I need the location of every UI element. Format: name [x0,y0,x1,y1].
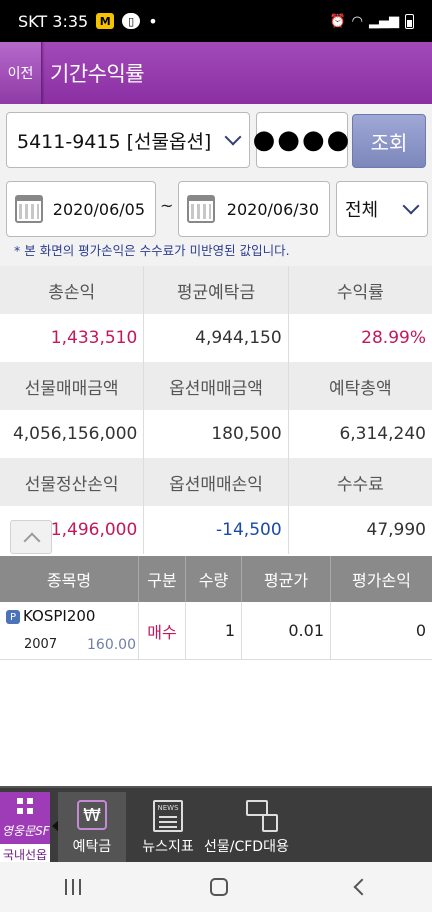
summary-table: 총손익 평균예탁금 수익률 1,433,510 4,944,150 28.99%… [0,266,432,554]
side-cell: 매수 [139,602,186,659]
app-menu-button[interactable]: 영웅문SF 국내선옵 [0,792,50,865]
value-options-trade-pnl: -14,500 [144,506,289,554]
status-bar: SKT 3:35 M ▯ • ⏰ ◠ ▂▄▆ [0,0,432,42]
app-notification-icon: ▯ [122,13,141,29]
notification-dot: • [148,11,158,31]
chevron-down-icon [224,128,242,146]
label-futures-settlement-pnl: 선물정산손익 [0,458,145,506]
calendar-icon [187,195,215,223]
period-row: 2020/06/05 ~ 2020/06/30 전체 * 본 화면의 평가손익은… [0,174,432,266]
qty-cell: 1 [186,602,242,659]
account-value: 5411-9415 [선물옵션] [17,130,212,153]
product-cell: P KOSPI200 2007 160.00 [0,602,139,659]
wifi-icon: ◠ [351,13,363,29]
bottom-toolbar: 영웅문SF 국내선옵 ₩ 예탁금 NEWS 뉴스지표 선물/CFD대용 [0,786,432,865]
end-date-value: 2020/06/30 [226,199,319,219]
label-futures-trade-amount: 선물매매금액 [0,362,145,410]
summary-value-row: 4,056,156,000 180,500 6,314,240 [0,410,432,458]
m-badge-icon: M [96,13,115,29]
value-total-deposit: 6,314,240 [339,424,426,444]
fee-note: * 본 화면의 평가손익은 수수료가 미반영된 값입니다. [14,243,290,258]
system-nav-bar [0,862,432,912]
label-avg-deposit: 평균예탁금 [144,266,289,314]
news-icon: NEWS [153,800,183,832]
collapse-button[interactable] [10,520,52,554]
tab-label: 뉴스지표 [142,839,194,855]
label-total-deposit: 예탁총액 [329,378,392,399]
label-options-trade-pnl: 옵션매매손익 [144,458,289,506]
carrier-time: SKT 3:35 [18,11,89,31]
signal-icon: ▂▄▆ [369,13,399,29]
won-icon: ₩ [77,800,107,830]
type-filter-select[interactable]: 전체 [336,181,428,237]
query-button[interactable]: 조회 [352,114,426,168]
product-price: 160.00 [87,637,136,653]
value-return-rate: 28.99% [361,328,426,348]
type-filter-value: 전체 [345,200,379,221]
summary-header-row: 선물매매금액 옵션매매금액 예탁총액 [0,362,432,410]
title-bar: 이전 기간수익률 [0,42,432,104]
label-fee: 수수료 [336,474,384,495]
account-select[interactable]: 5411-9415 [선물옵션] [6,112,250,168]
tab-label: 예탁금 [72,839,112,855]
table-row[interactable]: P KOSPI200 2007 160.00 매수 1 0.01 0 [0,602,432,660]
product-name: KOSPI200 [23,607,96,625]
password-field[interactable]: ●●●● [253,112,349,168]
menu-brand: 영웅문SF [2,824,50,838]
product-code: 2007 [24,637,58,652]
pnl-cell: 0 [415,621,426,640]
summary-header-row: 선물정산손익 옵션매매손익 수수료 [0,458,432,506]
summary-value-row: 1,433,510 4,944,150 28.99% [0,314,432,362]
page-title: 기간수익률 [50,62,145,86]
col-avg-price: 평균가 [242,556,331,602]
start-date-value: 2020/06/05 [52,199,145,219]
date-separator: ~ [160,196,174,215]
label-total-pnl: 총손익 [0,266,145,314]
label-options-trade-amount: 옵션매매금액 [144,362,289,410]
summary-value-row: 1,496,000 -14,500 47,990 [0,506,432,554]
back-button[interactable]: 이전 [0,42,42,104]
positions-table-header: 종목명 구분 수량 평균가 평가손익 [0,556,432,602]
calendar-icon [15,195,43,223]
product-type-badge: P [6,610,20,624]
tab-news-indicators[interactable]: NEWS 뉴스지표 [132,792,204,862]
alarm-icon: ⏰ [329,13,346,29]
chevron-down-icon [402,197,420,215]
battery-icon [405,13,414,29]
home-icon[interactable] [210,878,228,896]
col-qty: 수량 [186,556,242,602]
col-name: 종목명 [0,556,139,602]
tab-futures-cfd-substitute[interactable]: 선물/CFD대용 [204,792,289,862]
value-options-trade-amount: 180,500 [144,410,289,458]
recent-apps-icon[interactable] [64,879,82,895]
value-total-pnl: 1,433,510 [0,314,145,362]
query-row: 5411-9415 [선물옵션] ●●●● 조회 [0,104,432,174]
tab-deposit[interactable]: ₩ 예탁금 [58,792,126,862]
value-futures-trade-amount: 4,056,156,000 [0,410,145,458]
value-avg-deposit: 4,944,150 [144,314,289,362]
back-icon[interactable] [353,878,371,896]
col-side: 구분 [139,556,186,602]
avg-price-cell: 0.01 [242,602,331,659]
label-return-rate: 수익률 [336,282,384,303]
end-date-field[interactable]: 2020/06/30 [178,181,330,237]
value-fee: 47,990 [366,520,426,540]
summary-header-row: 총손익 평균예탁금 수익률 [0,266,432,314]
tab-label: 선물/CFD대용 [204,839,289,855]
start-date-field[interactable]: 2020/06/05 [6,181,156,237]
grid-menu-icon [17,798,33,814]
col-pnl: 평가손익 [352,571,411,590]
